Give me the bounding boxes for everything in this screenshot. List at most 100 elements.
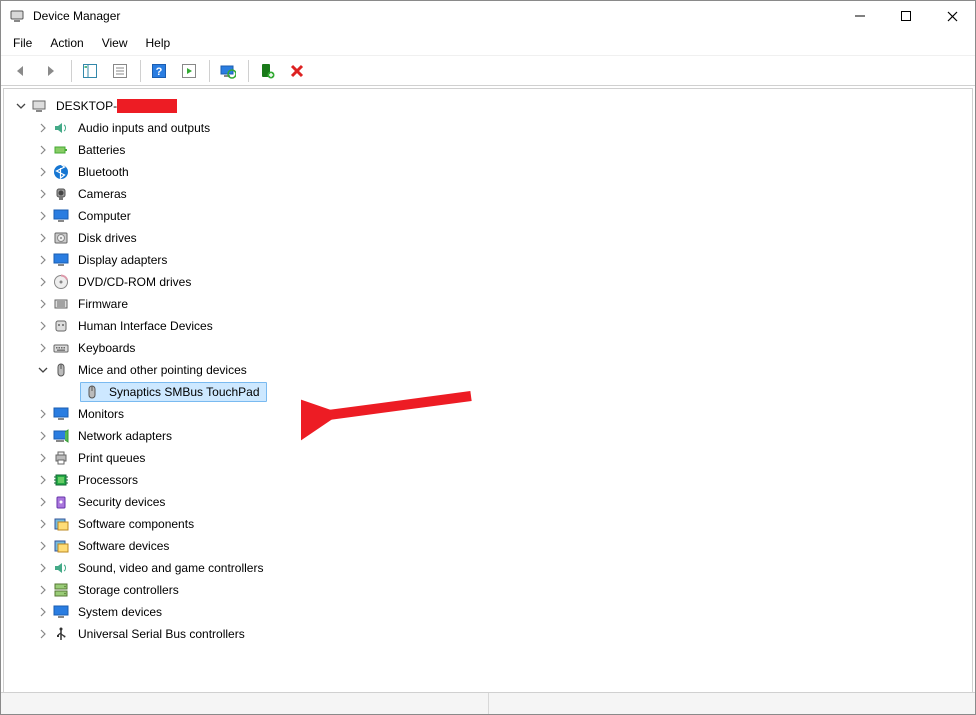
cd-icon <box>52 273 70 291</box>
security-icon <box>52 493 70 511</box>
firmware-icon <box>52 295 70 313</box>
tree-device[interactable]: Synaptics SMBus TouchPad <box>8 381 968 403</box>
category-label: Batteries <box>76 142 127 158</box>
computer-icon <box>30 97 48 115</box>
chevron-right-icon[interactable] <box>36 561 50 575</box>
chevron-right-icon[interactable] <box>36 583 50 597</box>
toolbar: ? <box>1 56 975 86</box>
tree-category[interactable]: System devices <box>8 601 968 623</box>
tree-category[interactable]: Network adapters <box>8 425 968 447</box>
category-label: Human Interface Devices <box>76 318 215 334</box>
tree-category[interactable]: Mice and other pointing devices <box>8 359 968 381</box>
tree-category[interactable]: Software components <box>8 513 968 535</box>
chevron-right-icon[interactable] <box>36 539 50 553</box>
category-label: Universal Serial Bus controllers <box>76 626 247 642</box>
chevron-right-icon[interactable] <box>36 495 50 509</box>
chevron-right-icon[interactable] <box>36 319 50 333</box>
chevron-right-icon[interactable] <box>36 297 50 311</box>
device-label: Synaptics SMBus TouchPad <box>107 384 262 400</box>
tree-category[interactable]: Keyboards <box>8 337 968 359</box>
tree-category[interactable]: Security devices <box>8 491 968 513</box>
menu-file[interactable]: File <box>5 33 40 53</box>
back-button[interactable] <box>7 59 35 83</box>
display-icon <box>52 251 70 269</box>
printer-icon <box>52 449 70 467</box>
tree-category[interactable]: Display adapters <box>8 249 968 271</box>
category-label: Audio inputs and outputs <box>76 120 212 136</box>
chevron-right-icon[interactable] <box>36 451 50 465</box>
chevron-right-icon[interactable] <box>36 209 50 223</box>
hid-icon <box>52 317 70 335</box>
chevron-right-icon[interactable] <box>36 165 50 179</box>
uninstall-device-button[interactable] <box>283 59 311 83</box>
cpu-icon <box>52 471 70 489</box>
category-label: System devices <box>76 604 164 620</box>
chevron-right-icon[interactable] <box>36 121 50 135</box>
bluetooth-icon <box>52 163 70 181</box>
forward-button[interactable] <box>37 59 65 83</box>
scan-hardware-button[interactable] <box>214 59 242 83</box>
menu-view[interactable]: View <box>94 33 136 53</box>
window-title: Device Manager <box>33 9 120 23</box>
category-label: Keyboards <box>76 340 137 356</box>
category-label: Storage controllers <box>76 582 181 598</box>
chevron-right-icon[interactable] <box>36 275 50 289</box>
chevron-right-icon[interactable] <box>36 473 50 487</box>
chevron-right-icon[interactable] <box>36 143 50 157</box>
tree-category[interactable]: Universal Serial Bus controllers <box>8 623 968 645</box>
category-label: Firmware <box>76 296 130 312</box>
chevron-right-icon[interactable] <box>36 627 50 641</box>
chevron-right-icon[interactable] <box>36 253 50 267</box>
disk-icon <box>52 229 70 247</box>
menu-action[interactable]: Action <box>42 33 91 53</box>
software-icon <box>52 515 70 533</box>
tree-category[interactable]: Cameras <box>8 183 968 205</box>
help-button[interactable]: ? <box>145 59 173 83</box>
tree-category[interactable]: Storage controllers <box>8 579 968 601</box>
chevron-right-icon[interactable] <box>36 517 50 531</box>
tree-category[interactable]: Disk drives <box>8 227 968 249</box>
tree-category[interactable]: Print queues <box>8 447 968 469</box>
properties-button[interactable] <box>106 59 134 83</box>
category-label: Monitors <box>76 406 126 422</box>
tree-category[interactable]: Monitors <box>8 403 968 425</box>
maximize-button[interactable] <box>883 1 929 31</box>
speaker-icon <box>52 119 70 137</box>
tree-category[interactable]: Software devices <box>8 535 968 557</box>
chevron-down-icon[interactable] <box>14 99 28 113</box>
chevron-right-icon[interactable] <box>36 187 50 201</box>
speaker-icon <box>52 559 70 577</box>
tree-root[interactable]: DESKTOP- <box>8 95 968 117</box>
show-hide-console-tree-button[interactable] <box>76 59 104 83</box>
tree-category[interactable]: Audio inputs and outputs <box>8 117 968 139</box>
category-label: Mice and other pointing devices <box>76 362 249 378</box>
chevron-right-icon[interactable] <box>36 429 50 443</box>
tree-category[interactable]: Firmware <box>8 293 968 315</box>
chevron-right-icon[interactable] <box>36 341 50 355</box>
category-label: Software components <box>76 516 196 532</box>
mouse-icon <box>52 361 70 379</box>
menu-help[interactable]: Help <box>138 33 179 53</box>
action-button[interactable] <box>175 59 203 83</box>
usb-icon <box>52 625 70 643</box>
minimize-button[interactable] <box>837 1 883 31</box>
titlebar: Device Manager <box>1 1 975 31</box>
close-button[interactable] <box>929 1 975 31</box>
tree-category[interactable]: Human Interface Devices <box>8 315 968 337</box>
chevron-down-icon[interactable] <box>36 363 50 377</box>
tree-category[interactable]: Sound, video and game controllers <box>8 557 968 579</box>
chevron-right-icon[interactable] <box>36 231 50 245</box>
add-legacy-hardware-button[interactable] <box>253 59 281 83</box>
chevron-right-icon[interactable] <box>36 407 50 421</box>
category-label: Computer <box>76 208 133 224</box>
device-tree[interactable]: DESKTOP- Audio inputs and outputs Batter… <box>3 88 973 693</box>
tree-category[interactable]: Processors <box>8 469 968 491</box>
category-label: Software devices <box>76 538 171 554</box>
tree-category[interactable]: Computer <box>8 205 968 227</box>
category-label: Print queues <box>76 450 147 466</box>
tree-category[interactable]: Batteries <box>8 139 968 161</box>
tree-category[interactable]: Bluetooth <box>8 161 968 183</box>
chevron-right-icon[interactable] <box>36 605 50 619</box>
tree-category[interactable]: DVD/CD-ROM drives <box>8 271 968 293</box>
category-label: Disk drives <box>76 230 139 246</box>
